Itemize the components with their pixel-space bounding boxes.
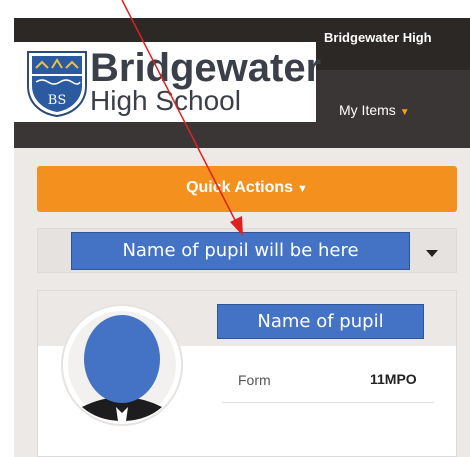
- form-divider: [222, 402, 434, 403]
- school-crest-monogram: BS: [48, 93, 66, 108]
- logo-wordmark-line2: High School: [90, 85, 241, 116]
- caret-down-icon: ▼: [399, 107, 410, 118]
- quick-actions-label-wrap: Quick Actions ▼: [37, 179, 457, 197]
- caret-down-icon: ▼: [297, 183, 308, 195]
- school-name: Bridgewater High: [324, 30, 432, 45]
- pupil-card-name-callout: Name of pupil: [217, 304, 424, 339]
- quick-actions-button[interactable]: Quick Actions ▼: [37, 166, 457, 212]
- pupil-name-callout: Name of pupil will be here: [71, 232, 410, 270]
- nav-my-items[interactable]: My Items ▼: [339, 102, 410, 118]
- form-value: 11MPO: [370, 371, 417, 387]
- avatar-icon: [61, 304, 183, 426]
- logo-wordmark-line1: Bridgewater: [90, 46, 322, 90]
- nav-my-items-label: My Items: [339, 102, 396, 118]
- quick-actions-label: Quick Actions: [186, 179, 294, 196]
- form-label: Form: [238, 372, 271, 388]
- caret-down-icon[interactable]: [426, 250, 438, 257]
- school-crest-icon: BS: [27, 51, 87, 118]
